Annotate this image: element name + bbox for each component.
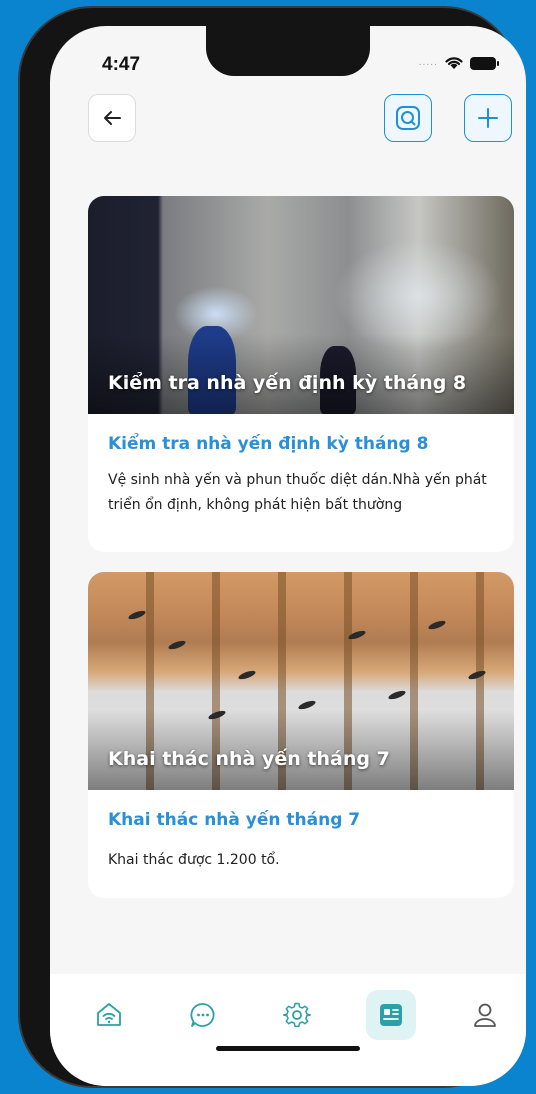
- battery-icon: [470, 56, 499, 70]
- chat-icon: [190, 1003, 215, 1027]
- bird-shape: [237, 669, 257, 681]
- post-title[interactable]: Kiểm tra nhà yến định kỳ tháng 8: [108, 434, 494, 454]
- status-time: 4:47: [102, 54, 141, 75]
- bird-shape: [167, 639, 187, 651]
- user-icon: [474, 1003, 496, 1027]
- post-card[interactable]: Khai thác nhà yến tháng 7 Khai thác nhà …: [88, 572, 514, 898]
- tab-news[interactable]: [366, 990, 416, 1040]
- bird-shape: [427, 619, 447, 631]
- post-image: Kiểm tra nhà yến định kỳ tháng 8: [88, 196, 514, 414]
- app-screen: 4:47 ..... Kiểm tra nhà yến định kỳ thán…: [50, 26, 526, 1086]
- search-button[interactable]: [384, 94, 432, 142]
- wifi-icon: [445, 57, 463, 69]
- tab-chat[interactable]: [178, 990, 228, 1040]
- image-caption: Kiểm tra nhà yến định kỳ tháng 8: [108, 372, 467, 394]
- arrow-left-icon: [104, 111, 121, 125]
- bird-shape: [387, 689, 407, 701]
- bird-shape: [347, 629, 367, 641]
- plus-icon: [478, 108, 498, 128]
- tab-settings[interactable]: [272, 990, 322, 1040]
- tab-profile[interactable]: [460, 990, 510, 1040]
- post-card[interactable]: Kiểm tra nhà yến định kỳ tháng 8 Kiểm tr…: [88, 196, 514, 552]
- notch: [206, 26, 370, 76]
- search-icon: [396, 106, 420, 130]
- signal-dots: .....: [418, 58, 438, 68]
- home-wifi-icon: [97, 1003, 121, 1026]
- bird-shape: [127, 609, 147, 621]
- status-icons: .....: [418, 56, 499, 70]
- home-indicator[interactable]: [216, 1046, 360, 1051]
- back-button[interactable]: [88, 94, 136, 142]
- gear-icon: [283, 1002, 311, 1028]
- bottom-tab-bar: [50, 974, 526, 1086]
- tab-home[interactable]: [84, 990, 134, 1040]
- news-icon: [380, 1004, 402, 1026]
- add-button[interactable]: [464, 94, 512, 142]
- post-image: Khai thác nhà yến tháng 7: [88, 572, 514, 790]
- post-description: Vệ sinh nhà yến và phun thuốc diệt dán.N…: [108, 472, 487, 513]
- post-description: Khai thác được 1.200 tổ.: [108, 852, 280, 868]
- phone-frame: 4:47 ..... Kiểm tra nhà yến định kỳ thán…: [18, 6, 526, 1088]
- bird-shape: [467, 669, 487, 681]
- post-title[interactable]: Khai thác nhà yến tháng 7: [108, 810, 494, 830]
- image-caption: Khai thác nhà yến tháng 7: [108, 748, 390, 770]
